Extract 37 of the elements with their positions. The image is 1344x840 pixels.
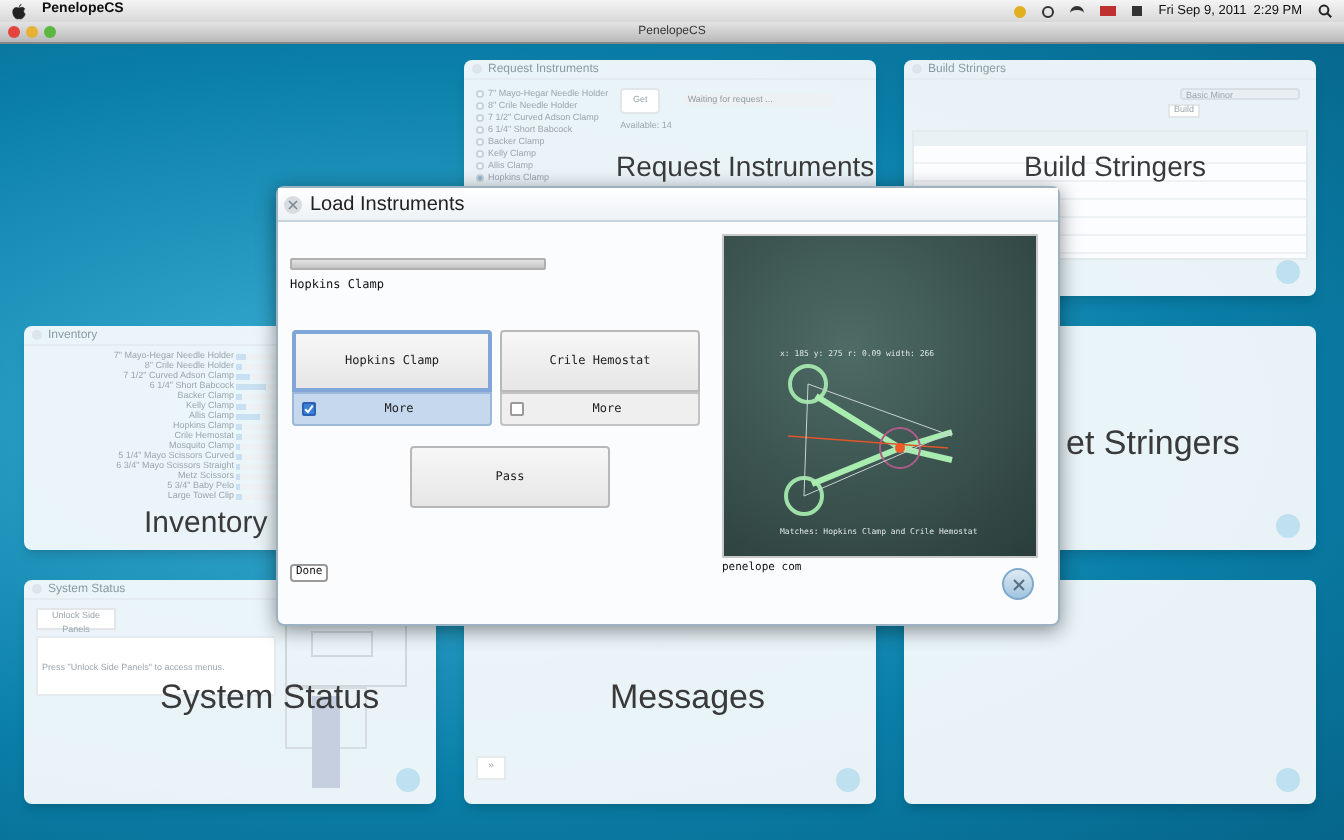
- close-icon[interactable]: [1002, 568, 1034, 600]
- checkbox[interactable]: [510, 402, 524, 416]
- radio-button[interactable]: [476, 149, 484, 158]
- clock-icon[interactable]: [1042, 5, 1055, 17]
- dialog-title: Load Instruments: [310, 191, 465, 219]
- panel-label: Build Stringers: [1024, 152, 1207, 180]
- panel-corner-icon: [1276, 260, 1300, 284]
- status-icon[interactable]: [1014, 5, 1027, 17]
- radio-button[interactable]: [476, 89, 484, 98]
- panel-label: Request Instruments: [616, 152, 875, 180]
- radio-button[interactable]: [476, 173, 484, 182]
- apple-icon[interactable]: [12, 3, 26, 19]
- check-icon: [304, 404, 314, 414]
- flag-icon[interactable]: [1100, 6, 1117, 16]
- panel-corner-icon: [1276, 514, 1300, 538]
- panel-label: System Status: [160, 680, 380, 714]
- panel-close-icon: [472, 64, 482, 74]
- panel-close-icon: [912, 64, 922, 74]
- panel-corner-icon: [1276, 768, 1300, 792]
- panel-corner-icon: [396, 768, 420, 792]
- panel-label: Messages: [610, 680, 765, 714]
- panel-label: Inventory: [144, 508, 268, 538]
- radio-button[interactable]: [476, 137, 484, 146]
- radio-button[interactable]: [476, 113, 484, 122]
- minimize-icon[interactable]: [26, 26, 38, 38]
- panel-close-icon: [32, 584, 42, 594]
- radio-button[interactable]: [476, 101, 484, 110]
- close-icon[interactable]: [284, 195, 302, 213]
- panel-label: et Stringers: [1066, 426, 1240, 460]
- panel-close-icon: [32, 330, 42, 340]
- panel-corner-icon: [836, 768, 860, 792]
- radio-button[interactable]: [476, 125, 484, 134]
- close-icon[interactable]: [8, 26, 20, 38]
- checkbox[interactable]: [302, 402, 316, 416]
- zoom-icon[interactable]: [44, 26, 56, 38]
- search-icon[interactable]: [1318, 4, 1332, 18]
- radio-button[interactable]: [476, 161, 484, 170]
